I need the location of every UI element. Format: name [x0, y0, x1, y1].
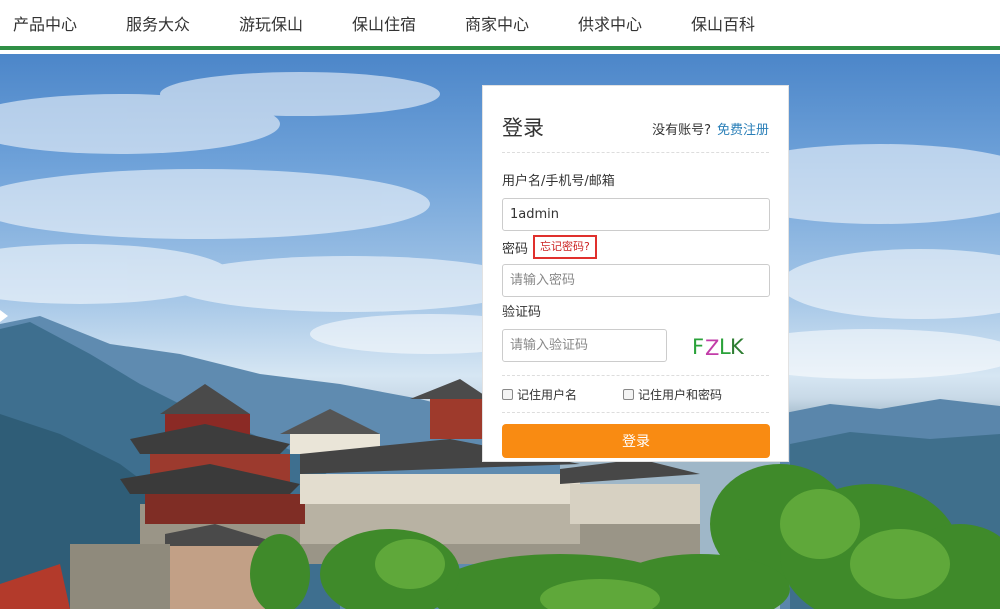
password-label: 密码: [502, 241, 529, 257]
nav-items: 产品中心 服务大众 游玩保山 保山住宿 商家中心 供求中心 保山百科: [0, 11, 791, 35]
no-account-text: 没有账号?: [652, 123, 711, 138]
remember-both-label: 记住用户和密码: [638, 387, 723, 402]
captcha-row: F Z L K: [502, 329, 769, 362]
captcha-label: 验证码: [502, 305, 542, 320]
captcha-image[interactable]: F Z L K: [692, 333, 744, 359]
nav-item-supply[interactable]: 供求中心: [578, 11, 678, 35]
nav-item-merchants[interactable]: 商家中心: [465, 11, 565, 35]
nav-item-travel[interactable]: 游玩保山: [239, 11, 339, 35]
nav-item-lodging[interactable]: 保山住宿: [352, 11, 452, 35]
nav-item-services[interactable]: 服务大众: [126, 11, 226, 35]
captcha-glyphs: F Z L K: [692, 335, 744, 359]
nav-item-wiki[interactable]: 保山百科: [691, 11, 791, 35]
username-label: 用户名/手机号/邮箱: [502, 174, 615, 189]
carousel-prev-arrow-icon[interactable]: [0, 310, 8, 322]
login-header: 登录 没有账号? 免费注册: [502, 86, 769, 153]
password-label-row: 密码 忘记密码?: [502, 235, 769, 259]
login-title: 登录: [502, 116, 544, 140]
checkbox-icon[interactable]: [502, 388, 513, 400]
remember-both-checkbox[interactable]: 记住用户和密码: [623, 386, 722, 403]
remember-username-checkbox[interactable]: 记住用户名: [502, 386, 577, 403]
remember-options: 记住用户名 记住用户和密码: [502, 376, 769, 413]
svg-text:K: K: [730, 335, 744, 359]
register-link[interactable]: 免费注册: [717, 123, 769, 138]
password-input[interactable]: [502, 264, 770, 297]
login-button[interactable]: 登录: [502, 424, 770, 458]
register-prompt: 没有账号? 免费注册: [652, 119, 769, 142]
username-input[interactable]: [502, 198, 770, 231]
captcha-input[interactable]: [502, 329, 667, 362]
checkbox-icon[interactable]: [623, 388, 635, 400]
nav-item-products[interactable]: 产品中心: [13, 11, 113, 35]
remember-username-label: 记住用户名: [517, 387, 578, 402]
forgot-password-link[interactable]: 忘记密码?: [533, 235, 597, 259]
login-card: 登录 没有账号? 免费注册 用户名/手机号/邮箱 密码 忘记密码? 验证码 F Z…: [482, 85, 789, 462]
svg-text:F: F: [692, 335, 704, 359]
top-nav: 产品中心 服务大众 游玩保山 保山住宿 商家中心 供求中心 保山百科: [0, 0, 1000, 50]
svg-text:Z: Z: [705, 336, 719, 359]
